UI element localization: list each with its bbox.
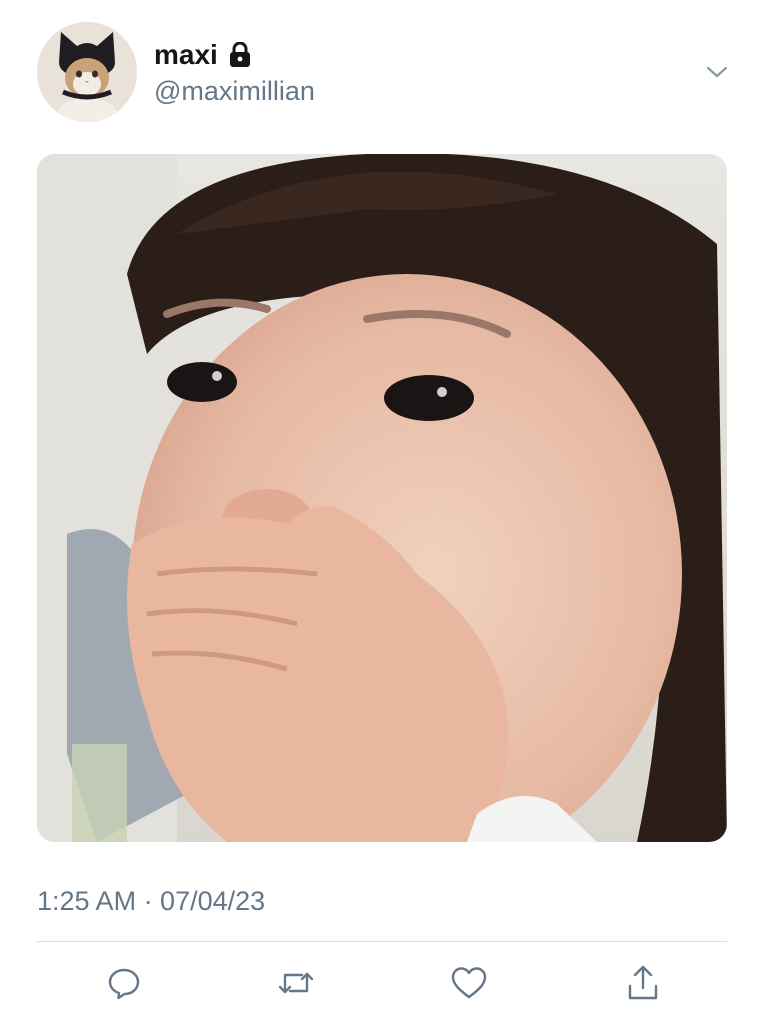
reply-icon — [108, 968, 140, 1000]
share-icon — [628, 965, 658, 1000]
chevron-down-icon[interactable] — [704, 62, 730, 82]
like-button[interactable] — [449, 963, 489, 1003]
heart-icon — [451, 967, 487, 999]
retweet-icon — [278, 972, 314, 994]
share-button[interactable] — [623, 963, 663, 1003]
display-name-row: maxi — [154, 38, 252, 72]
divider — [37, 941, 727, 942]
retweet-button[interactable] — [276, 963, 316, 1003]
tweet-media-image[interactable] — [37, 154, 727, 842]
display-name[interactable]: maxi — [154, 38, 218, 72]
user-handle[interactable]: @maximillian — [154, 75, 315, 107]
tweet-timestamp[interactable]: 1:25 AM · 07/04/23 — [37, 884, 265, 918]
avatar[interactable] — [37, 22, 137, 122]
reply-button[interactable] — [104, 963, 144, 1003]
lock-icon — [228, 42, 252, 68]
avatar-cat-image — [37, 22, 137, 122]
